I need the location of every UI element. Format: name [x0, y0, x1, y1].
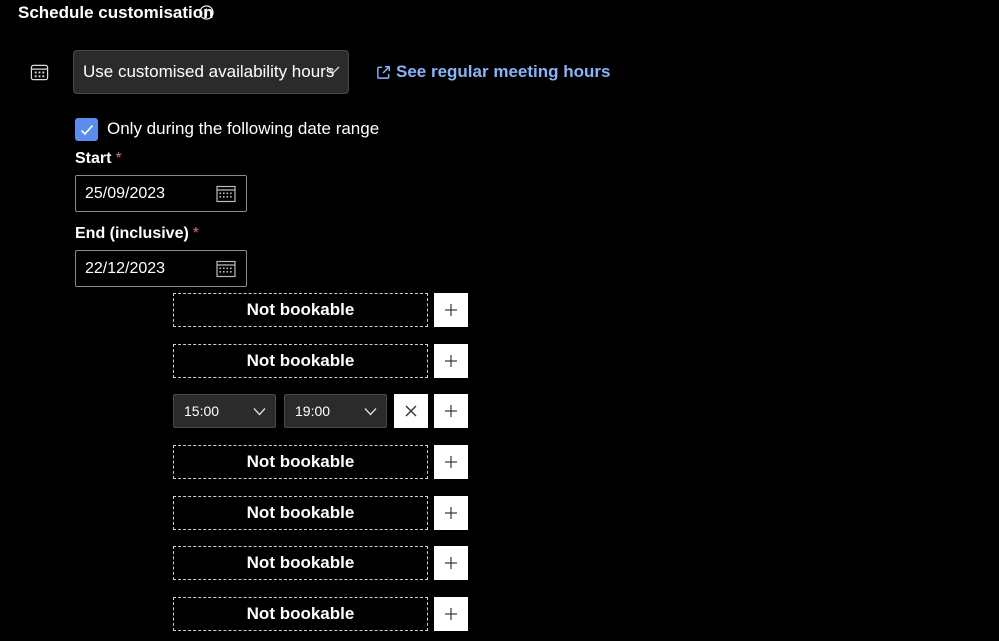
not-bookable-slot[interactable]: Not bookable	[173, 445, 428, 479]
start-date-value: 25/09/2023	[85, 184, 166, 202]
end-time-value: 19:00	[295, 403, 331, 419]
chevron-down-icon	[253, 408, 266, 416]
start-time-value: 15:00	[184, 403, 220, 419]
regular-meeting-hours-link[interactable]: See regular meeting hours	[376, 62, 610, 82]
add-slot-button[interactable]	[434, 445, 468, 479]
date-range-checkbox-label: Only during the following date range	[107, 119, 380, 138]
not-bookable-slot[interactable]: Not bookable	[173, 597, 428, 631]
not-bookable-slot[interactable]: Not bookable	[173, 546, 428, 580]
calendar-icon[interactable]	[216, 260, 236, 278]
plus-icon	[445, 507, 457, 519]
end-date-input[interactable]: 22/12/2023	[75, 250, 247, 287]
not-bookable-slot[interactable]: Not bookable	[173, 344, 428, 378]
calendar-icon[interactable]	[216, 185, 236, 203]
required-marker: *	[115, 150, 122, 167]
chevron-down-icon	[364, 408, 377, 416]
plus-icon	[445, 456, 457, 468]
chevron-down-icon	[326, 66, 340, 74]
add-slot-button[interactable]	[434, 597, 468, 631]
availability-dropdown-value: Use customised availability hours	[83, 62, 335, 81]
calendar-icon	[30, 64, 49, 81]
start-date-input[interactable]: 25/09/2023	[75, 175, 247, 212]
plus-icon	[445, 608, 457, 620]
open-external-icon	[377, 65, 391, 79]
info-icon[interactable]	[199, 5, 214, 20]
add-slot-button[interactable]	[434, 344, 468, 378]
required-marker: *	[192, 225, 200, 242]
plus-icon	[445, 355, 457, 367]
regular-meeting-hours-label: See regular meeting hours	[396, 62, 611, 81]
end-label-text: End (inclusive)	[75, 225, 189, 242]
checkmark-icon	[80, 124, 93, 135]
date-range-checkbox[interactable]	[75, 118, 98, 141]
section-title: Schedule customisation	[18, 3, 214, 22]
close-icon	[405, 405, 417, 417]
add-slot-button[interactable]	[434, 496, 468, 530]
end-time-select[interactable]: 19:00	[284, 394, 387, 428]
start-time-select[interactable]: 15:00	[173, 394, 276, 428]
end-label: End (inclusive) *	[75, 225, 199, 243]
add-slot-button[interactable]	[434, 394, 468, 428]
availability-dropdown[interactable]: Use customised availability hours	[73, 50, 349, 94]
plus-icon	[445, 304, 457, 316]
start-label-text: Start	[75, 150, 112, 167]
not-bookable-slot[interactable]: Not bookable	[173, 496, 428, 530]
add-slot-button[interactable]	[434, 546, 468, 580]
plus-icon	[445, 405, 457, 417]
start-label: Start *	[75, 150, 122, 168]
end-date-value: 22/12/2023	[85, 259, 166, 277]
add-slot-button[interactable]	[434, 293, 468, 327]
plus-icon	[445, 557, 457, 569]
not-bookable-slot[interactable]: Not bookable	[173, 293, 428, 327]
remove-slot-button[interactable]	[394, 394, 428, 428]
